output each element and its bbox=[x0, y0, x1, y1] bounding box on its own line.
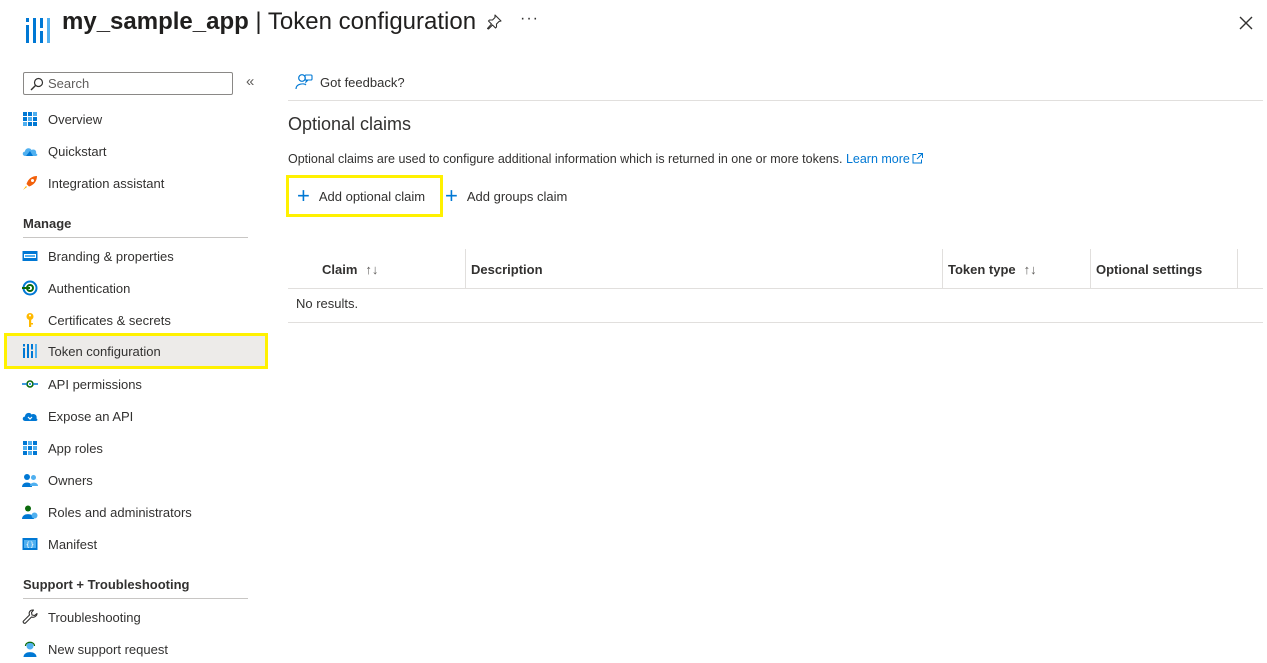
key-icon bbox=[26, 313, 34, 327]
sidebar: « Overview Quickstart Integration assist… bbox=[0, 60, 270, 663]
sidebar-item-integration-assistant[interactable]: Integration assistant bbox=[4, 165, 268, 201]
more-options-icon[interactable]: ··· bbox=[520, 10, 539, 28]
empty-results: No results. bbox=[288, 289, 1263, 323]
app-registration-icon bbox=[26, 18, 50, 43]
sidebar-item-label: Certificates & secrets bbox=[48, 312, 171, 328]
feedback-button[interactable]: Got feedback? bbox=[320, 75, 405, 90]
sidebar-item-owners[interactable]: Owners bbox=[4, 462, 268, 498]
manifest-icon: {} bbox=[22, 538, 38, 550]
command-bar: Got feedback? bbox=[288, 60, 1263, 101]
add-optional-claim-label: Add optional claim bbox=[318, 188, 426, 204]
sidebar-item-label: New support request bbox=[48, 641, 168, 657]
plus-icon: + bbox=[445, 183, 458, 208]
sidebar-item-app-roles[interactable]: App roles bbox=[4, 430, 268, 466]
sidebar-item-expose-api[interactable]: Expose an API bbox=[4, 398, 268, 434]
sidebar-item-label: Manifest bbox=[48, 536, 98, 552]
sort-icon[interactable]: ↑↓ bbox=[1024, 262, 1037, 277]
authentication-icon bbox=[22, 280, 38, 296]
add-groups-claim-button[interactable]: + Add groups claim bbox=[445, 175, 567, 217]
table-header: Claim ↑↓ Description Token type ↑↓ Optio… bbox=[288, 249, 1263, 289]
page-title: my_sample_app | Token configuration bbox=[62, 8, 476, 36]
sidebar-item-token-configuration[interactable]: Token configuration bbox=[4, 333, 268, 369]
sidebar-item-label: Roles and administrators bbox=[48, 504, 192, 520]
wrench-icon bbox=[22, 609, 38, 624]
add-groups-claim-label: Add groups claim bbox=[466, 188, 568, 204]
quickstart-cloud-icon bbox=[22, 148, 38, 156]
svg-text:{}: {} bbox=[26, 541, 34, 549]
plus-icon: + bbox=[297, 183, 310, 208]
column-label: Description bbox=[471, 261, 543, 277]
column-header-description: Description bbox=[465, 249, 942, 289]
sidebar-item-authentication[interactable]: Authentication bbox=[4, 270, 268, 306]
api-permissions-icon bbox=[22, 380, 38, 388]
optional-claims-title: Optional claims bbox=[288, 114, 412, 134]
sidebar-item-api-permissions[interactable]: API permissions bbox=[4, 366, 268, 402]
column-label: Token type bbox=[948, 261, 1016, 277]
search-input[interactable] bbox=[48, 74, 228, 93]
column-label: Optional settings bbox=[1096, 261, 1203, 277]
app-name: my_sample_app bbox=[62, 8, 249, 35]
sidebar-item-label: Overview bbox=[48, 111, 103, 127]
close-icon[interactable] bbox=[1238, 15, 1254, 31]
column-header-token-type[interactable]: Token type ↑↓ bbox=[942, 249, 1090, 289]
sidebar-item-label: Integration assistant bbox=[48, 175, 165, 191]
sidebar-item-label: Troubleshooting bbox=[48, 609, 141, 625]
optional-claims-description: Optional claims are used to configure ad… bbox=[288, 152, 923, 166]
cloud-api-icon bbox=[22, 412, 38, 421]
app-roles-grid-icon bbox=[23, 441, 37, 455]
sidebar-item-label: Quickstart bbox=[48, 143, 107, 159]
sidebar-item-label: API permissions bbox=[48, 376, 142, 392]
learn-more-link[interactable]: Learn more bbox=[846, 152, 923, 166]
manage-section-header: Manage bbox=[23, 216, 248, 238]
search-box[interactable] bbox=[23, 72, 233, 95]
feedback-icon[interactable] bbox=[295, 73, 313, 91]
branding-icon bbox=[22, 251, 38, 261]
sidebar-item-overview[interactable]: Overview bbox=[4, 101, 268, 137]
token-bars-icon bbox=[23, 344, 37, 358]
blade-title: Token configuration bbox=[267, 8, 477, 35]
owners-people-icon bbox=[22, 474, 38, 487]
column-header-claim[interactable]: Claim ↑↓ bbox=[288, 249, 465, 289]
sidebar-item-label: Branding & properties bbox=[48, 248, 174, 264]
learn-more-label: Learn more bbox=[845, 152, 910, 166]
sidebar-item-new-support-request[interactable]: New support request bbox=[4, 631, 268, 663]
sidebar-item-roles-administrators[interactable]: Roles and administrators bbox=[4, 494, 268, 530]
support-person-icon bbox=[23, 641, 37, 657]
description-text: Optional claims are used to configure ad… bbox=[288, 152, 843, 166]
support-section-header: Support + Troubleshooting bbox=[23, 577, 248, 599]
sort-icon[interactable]: ↑↓ bbox=[365, 262, 378, 277]
column-header-optional-settings: Optional settings bbox=[1090, 249, 1238, 289]
claims-table: Claim ↑↓ Description Token type ↑↓ Optio… bbox=[288, 249, 1263, 323]
pin-icon[interactable] bbox=[486, 14, 502, 30]
sidebar-item-label: App roles bbox=[48, 440, 103, 456]
title-separator: | bbox=[248, 8, 268, 35]
sidebar-item-label: Token configuration bbox=[48, 343, 161, 359]
roles-admin-icon bbox=[22, 505, 38, 519]
external-link-icon bbox=[912, 153, 923, 164]
sidebar-item-label: Expose an API bbox=[48, 408, 134, 424]
sidebar-item-manifest[interactable]: {} Manifest bbox=[4, 526, 268, 562]
add-optional-claim-button[interactable]: + Add optional claim bbox=[286, 175, 443, 217]
rocket-icon bbox=[23, 176, 37, 190]
collapse-sidebar-icon[interactable]: « bbox=[246, 73, 254, 90]
sidebar-item-label: Authentication bbox=[48, 280, 131, 296]
overview-grid-icon bbox=[23, 112, 37, 126]
sidebar-item-branding-properties[interactable]: Branding & properties bbox=[4, 238, 268, 274]
column-label: Claim bbox=[322, 261, 358, 277]
sidebar-item-troubleshooting[interactable]: Troubleshooting bbox=[4, 599, 268, 635]
search-icon bbox=[30, 77, 44, 91]
sidebar-item-quickstart[interactable]: Quickstart bbox=[4, 133, 268, 169]
main-content: Got feedback? Optional claims Optional c… bbox=[286, 60, 1263, 663]
sidebar-item-label: Owners bbox=[48, 472, 93, 488]
